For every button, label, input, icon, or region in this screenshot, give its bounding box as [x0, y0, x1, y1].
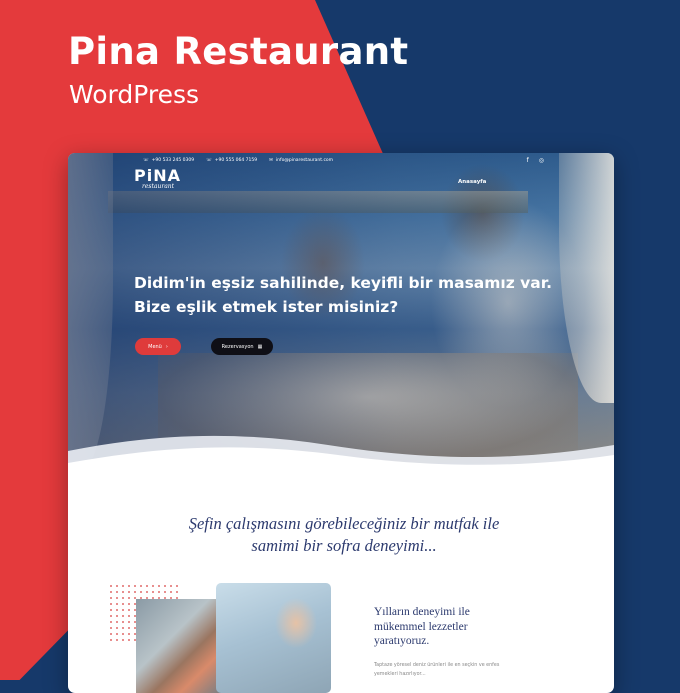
about-heading-line-1: Yılların deneyimi ile: [374, 606, 470, 618]
intro-tagline-line-1: Şefin çalışmasını görebileceğiniz bir mu…: [188, 514, 500, 533]
hero-section: ☏ +90 533 245 0309 ☏ +90 555 064 7159 ✉ inf…: [68, 153, 614, 473]
arrow-right-icon: ›: [165, 343, 168, 350]
about-text: Taptaze yöresel deniz ürünleri ile en se…: [374, 661, 544, 679]
calendar-icon: ▦: [257, 343, 263, 350]
phone-item-2[interactable]: ☏ +90 555 064 7159: [206, 158, 257, 163]
hero-headline-line-1: Didim'in eşsiz sahilinde, keyifli bir ma…: [134, 274, 553, 292]
email-address: info@pinarestaurant.com: [275, 158, 334, 163]
about-text-line-2: yemekleri hazırlıyor...: [374, 672, 426, 677]
contact-topbar: ☏ +90 533 245 0309 ☏ +90 555 064 7159 ✉ inf…: [143, 158, 333, 163]
banner-subtitle: WordPress: [69, 80, 200, 109]
menu-button-label: Menü: [148, 343, 162, 350]
nav-item-home[interactable]: Anasayfa: [458, 179, 486, 185]
phone-icon: ☏: [206, 158, 212, 163]
about-heading: Yılların deneyimi ile mükemmel lezzetler…: [374, 605, 514, 649]
about-heading-line-3: yaratıyoruz.: [374, 635, 430, 647]
hero-headline-line-2: Bize eşlik etmek ister misiniz?: [134, 298, 399, 316]
mail-icon: ✉: [269, 158, 273, 163]
phone-item-1[interactable]: ☏ +90 533 245 0309: [143, 158, 194, 163]
website-preview: ☏ +90 533 245 0309 ☏ +90 555 064 7159 ✉ inf…: [68, 153, 614, 693]
hero-headline: Didim'in eşsiz sahilinde, keyifli bir ma…: [134, 271, 554, 319]
intro-tagline-line-2: samimi bir sofra deneyimi...: [251, 536, 437, 555]
phone-number-2: +90 555 064 7159: [214, 158, 258, 163]
seafood-photo: [136, 599, 226, 693]
reservation-button-label: Rezervasyon: [221, 343, 254, 350]
hero-wave-divider: [68, 435, 614, 473]
about-heading-line-2: mükemmel lezzetler: [374, 620, 468, 633]
phone-icon: ☏: [143, 158, 149, 163]
reservation-button[interactable]: Rezervasyon ▦: [211, 338, 273, 355]
banner-title: Pina Restaurant: [68, 30, 409, 73]
instagram-icon[interactable]: ◎: [539, 157, 544, 164]
about-text-line-1: Taptaze yöresel deniz ürünleri ile en se…: [374, 663, 500, 668]
email-item[interactable]: ✉ info@pinarestaurant.com: [269, 158, 333, 163]
facebook-icon[interactable]: f: [527, 157, 529, 164]
intro-tagline: Şefin çalışmasını görebileceğiniz bir mu…: [164, 513, 524, 557]
site-logo[interactable]: PiNA restaurant: [134, 168, 181, 190]
guest-photo: [216, 583, 331, 693]
social-links: f ◎: [527, 157, 544, 164]
phone-number-1: +90 533 245 0309: [151, 158, 195, 163]
logo-wordmark: PiNA: [134, 166, 181, 185]
menu-button[interactable]: Menü ›: [135, 338, 181, 355]
